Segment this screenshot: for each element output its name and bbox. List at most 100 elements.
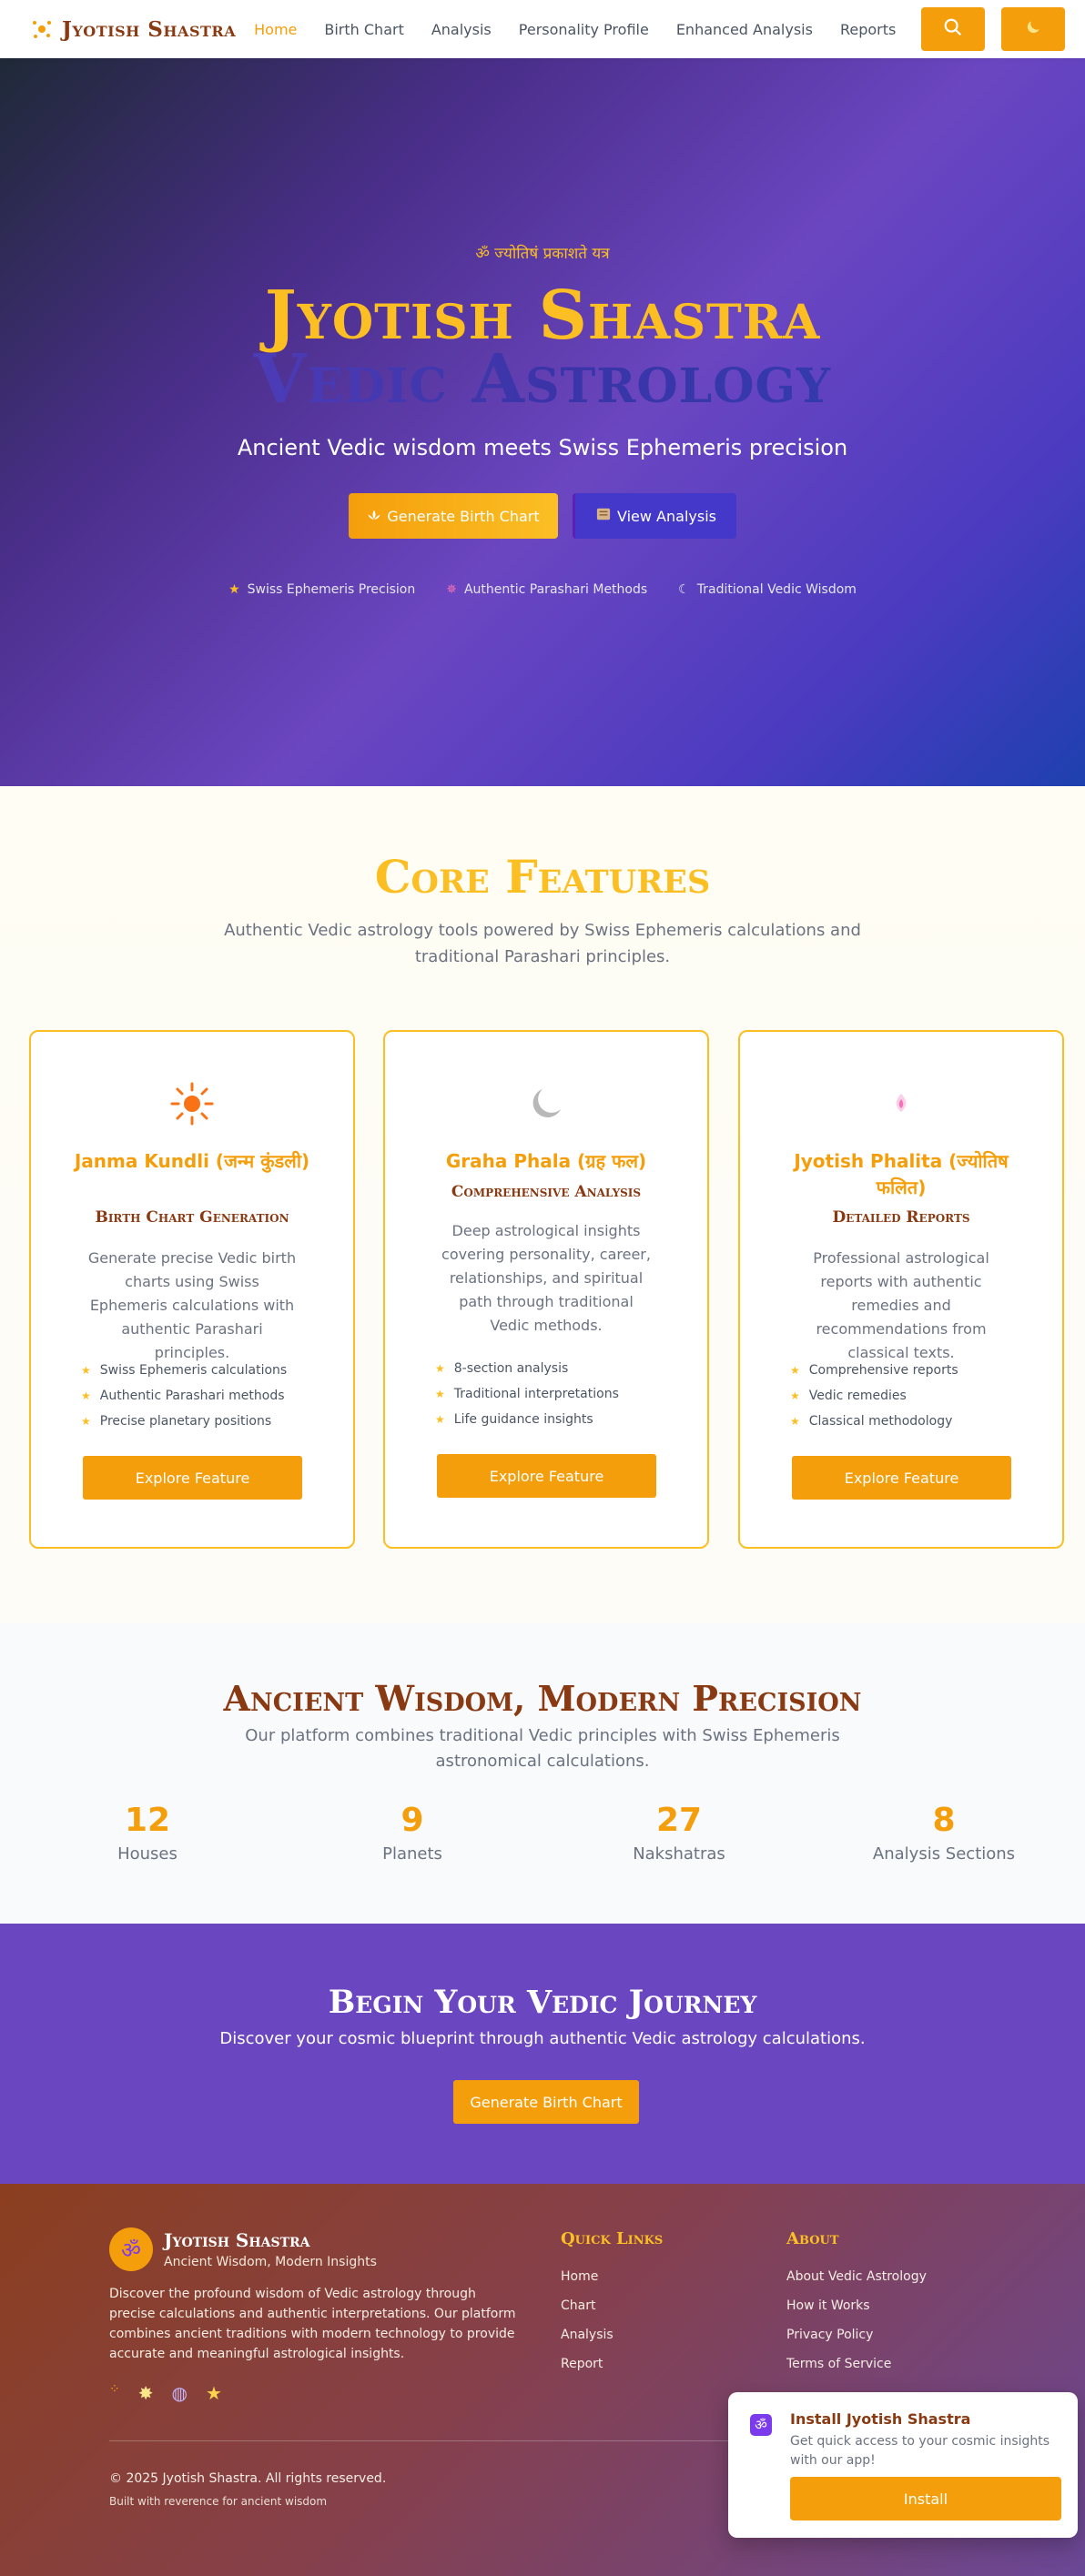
card-description: Professional astrological reports with a…: [813, 1249, 989, 1361]
hero-subtitle: Ancient Vedic wisdom meets Swiss Ephemer…: [237, 435, 848, 460]
footer-link-report[interactable]: Report: [561, 2357, 613, 2386]
search-icon: [943, 17, 963, 41]
om-app-icon: ॐ: [750, 2414, 772, 2436]
sparkles-icon: ⁘: [109, 2382, 120, 2397]
generate-birth-chart-label: Generate Birth Chart: [387, 507, 540, 525]
stat-planets: 9 Planets: [321, 1802, 503, 1864]
hero-badges: ★ Swiss Ephemeris Precision ✵ Authentic …: [0, 582, 1085, 597]
cta-subtitle: Discover your cosmic blueprint through a…: [219, 2029, 866, 2048]
list-item-label: 8-section analysis: [453, 1361, 569, 1376]
list-item: ★ Life guidance insights: [435, 1407, 619, 1432]
cta-section: Begin Your Vedic Journey Discover your c…: [0, 1924, 1085, 2184]
built-with-text: Built with reverence for ancient wisdom: [109, 2495, 328, 2508]
crescent-moon-icon: [1024, 18, 1042, 40]
list-item-label: Comprehensive reports: [808, 1363, 958, 1378]
card-subtitle: Comprehensive Analysis: [451, 1183, 642, 1201]
footer-link-privacy-policy[interactable]: Privacy Policy: [786, 2328, 927, 2357]
core-features-subtitle: Authentic Vedic astrology tools powered …: [224, 921, 861, 966]
star-icon: ★: [790, 1415, 800, 1428]
brand-name: Jyotish Shastra: [62, 16, 237, 42]
nav-link-birth-chart[interactable]: Birth Chart: [324, 21, 403, 38]
stats-title: Ancient Wisdom, Modern Precision: [223, 1678, 862, 1719]
core-features-title: Core Features: [374, 850, 711, 904]
install-text: Get quick access to your cosmic insights…: [790, 2434, 1050, 2468]
stat-analysis-sections: 8 Analysis Sections: [853, 1802, 1035, 1864]
lotus-icon: [367, 508, 381, 525]
star-icon: ★: [435, 1388, 445, 1400]
card-title: Janma Kundli (जन्म कुंडली): [74, 1150, 310, 1172]
copyright: © 2025 Jyotish Shastra. All rights reser…: [109, 2471, 387, 2486]
brand[interactable]: Jyotish Shastra: [31, 17, 236, 42]
footer-link-how-it-works[interactable]: How it Works: [786, 2298, 927, 2328]
footer-icons: ⁘ ✸ ◍ ★: [109, 2382, 222, 2404]
star-icon: ★: [435, 1362, 445, 1375]
stat-value: 9: [401, 1802, 424, 1839]
sparkle-logo-icon: [31, 18, 53, 40]
card-feature-list: ★ 8-section analysis ★ Traditional interpr…: [435, 1356, 619, 1432]
stat-label: Planets: [382, 1844, 442, 1864]
install-title: Install Jyotish Shastra: [790, 2410, 971, 2428]
badge-swiss-ephemeris: ★ Swiss Ephemeris Precision: [228, 582, 415, 597]
nav-link-analysis[interactable]: Analysis: [431, 21, 492, 38]
star-icon: ★: [790, 1389, 800, 1402]
feature-card-janma-kundli: Janma Kundli (जन्म कुंडली) Birth Chart G…: [29, 1030, 355, 1549]
list-item: ★ Comprehensive reports: [790, 1358, 958, 1383]
list-item: ★ Traditional interpretations: [435, 1381, 619, 1407]
about-links-list: About Vedic Astrology How it Works Priva…: [786, 2269, 927, 2386]
install-button[interactable]: Install: [790, 2477, 1061, 2520]
theme-toggle-button[interactable]: [1001, 7, 1065, 51]
badge-vedic-wisdom: ☾ Traditional Vedic Wisdom: [678, 582, 857, 597]
footer-tagline: Ancient Wisdom, Modern Insights: [164, 2255, 377, 2269]
view-analysis-button[interactable]: View Analysis: [573, 493, 736, 539]
list-item-label: Precise planetary positions: [99, 1414, 272, 1429]
footer-link-about-vedic-astrology[interactable]: About Vedic Astrology: [786, 2269, 927, 2298]
explore-feature-button[interactable]: Explore Feature: [792, 1456, 1011, 1500]
stat-value: 27: [655, 1802, 703, 1839]
badge-label: Swiss Ephemeris Precision: [247, 582, 416, 597]
list-item: ★ Vedic remedies: [790, 1383, 958, 1409]
list-item-label: Swiss Ephemeris calculations: [99, 1363, 288, 1378]
explore-feature-button[interactable]: Explore Feature: [437, 1454, 656, 1498]
feature-card-jyotish-phalita: Jyotish Phalita (ज्योतिष फलित) Detailed …: [738, 1030, 1064, 1549]
footer-description: Discover the profound wisdom of Vedic as…: [109, 2287, 516, 2361]
badge-label: Traditional Vedic Wisdom: [696, 582, 857, 597]
hero-actions: Generate Birth Chart View Analysis: [0, 493, 1085, 539]
stat-value: 8: [932, 1802, 956, 1839]
nav-link-enhanced-analysis[interactable]: Enhanced Analysis: [676, 21, 813, 38]
list-item: ★ Classical methodology: [790, 1409, 958, 1434]
nav-link-home[interactable]: Home: [254, 21, 297, 38]
footer-link-home[interactable]: Home: [561, 2269, 613, 2298]
star-icon: ★: [205, 2382, 222, 2404]
hero-mantra: ॐ ज्योतिषं प्रकाशते यत्र: [475, 245, 610, 263]
footer-link-chart[interactable]: Chart: [561, 2298, 613, 2328]
footer-link-analysis[interactable]: Analysis: [561, 2328, 613, 2357]
list-item: ★ 8-section analysis: [435, 1356, 619, 1381]
generate-birth-chart-button[interactable]: Generate Birth Chart: [349, 493, 558, 539]
moon-icon: ☾: [678, 582, 690, 597]
scroll-icon: [595, 507, 612, 525]
list-item: ★ Authentic Parashari methods: [81, 1383, 287, 1409]
star-icon: ★: [435, 1413, 445, 1426]
hero-title-secondary: Vedic Astrology: [0, 340, 1085, 419]
search-button[interactable]: [921, 7, 985, 51]
explore-feature-button[interactable]: Explore Feature: [83, 1456, 302, 1500]
star-icon: ★: [81, 1415, 91, 1428]
crystal-ball-icon: ◍: [171, 2382, 188, 2404]
view-analysis-label: View Analysis: [617, 507, 716, 525]
hero-section: ॐ ज्योतिषं प्रकाशते यत्र Jyotish Shastra…: [0, 58, 1085, 786]
nav-link-reports[interactable]: Reports: [840, 21, 896, 38]
cta-generate-birth-chart-button[interactable]: Generate Birth Chart: [453, 2080, 639, 2124]
footer-link-terms-of-service[interactable]: Terms of Service: [786, 2357, 927, 2386]
list-item-label: Classical methodology: [808, 1414, 953, 1429]
star-icon: ★: [81, 1389, 91, 1402]
list-item: ★ Precise planetary positions: [81, 1409, 287, 1434]
stat-label: Analysis Sections: [872, 1844, 1016, 1864]
nav-link-personality-profile[interactable]: Personality Profile: [519, 21, 649, 38]
list-item-label: Traditional interpretations: [453, 1387, 619, 1401]
moon-icon: [385, 1081, 707, 1126]
stats-subtitle: Our platform combines traditional Vedic …: [245, 1726, 840, 1771]
list-item-label: Vedic remedies: [808, 1389, 907, 1403]
top-navbar: Jyotish Shastra Home Birth Chart Analysi…: [0, 0, 1085, 58]
card-subtitle: Birth Chart Generation: [95, 1208, 289, 1227]
stat-nakshatras: 27 Nakshatras: [588, 1802, 770, 1864]
